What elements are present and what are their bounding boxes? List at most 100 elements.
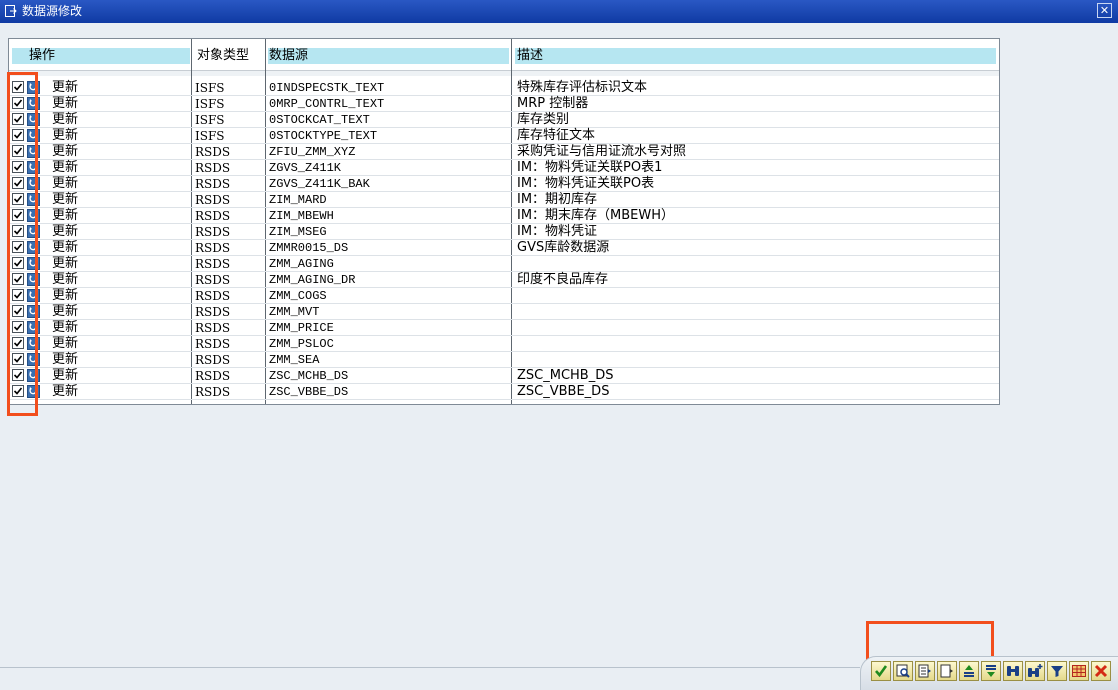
table-row[interactable]: 更新 RSDS ZGVS_Z411K_BAK IM：物料凭证关联PO表 [9, 176, 999, 192]
table-row[interactable]: 更新 RSDS ZIM_MSEG IM：物料凭证 [9, 224, 999, 240]
table-row[interactable]: 更新 RSDS ZSC_MCHB_DS ZSC_MCHB_DS [9, 368, 999, 384]
sort-descending-button[interactable] [981, 661, 1001, 681]
action-label: 更新 [52, 160, 79, 175]
deselect-all-icon [940, 664, 953, 678]
action-label: 更新 [52, 144, 79, 159]
action-label: 更新 [52, 240, 79, 255]
table-row[interactable]: 更新 RSDS ZMM_SEA [9, 352, 999, 368]
table-row[interactable]: 更新 RSDS ZMM_AGING_DR 印度不良品库存 [9, 272, 999, 288]
action-label: 更新 [52, 320, 79, 335]
action-label: 更新 [52, 208, 79, 223]
grid-layout-icon [1072, 665, 1086, 677]
table-row[interactable]: 更新 RSDS ZMM_MVT [9, 304, 999, 320]
table-row[interactable]: 更新 ISFS 0STOCKTYPE_TEXT 库存特征文本 [9, 128, 999, 144]
description: ZSC_VBBE_DS [517, 384, 610, 399]
datasource-name: ZSC_VBBE_DS [269, 385, 349, 399]
cancel-icon [1094, 664, 1108, 678]
table-row[interactable]: 更新 ISFS 0INDSPECSTK_TEXT 特殊库存评估标识文本 [9, 80, 999, 96]
header-description[interactable]: 描述 [515, 48, 996, 64]
table-row[interactable]: 更新 RSDS ZMM_PSLOC [9, 336, 999, 352]
datasource-name: ZMM_COGS [269, 289, 327, 303]
action-label: 更新 [52, 384, 79, 399]
datasource-name: ZFIU_ZMM_XYZ [269, 145, 356, 159]
title-bar: 数据源修改 ✕ [0, 0, 1118, 23]
sort-ascending-button[interactable] [959, 661, 979, 681]
action-label: 更新 [52, 304, 79, 319]
select-all-button[interactable] [915, 661, 935, 681]
datasource-name: ZMM_AGING_DR [269, 273, 356, 287]
description: 印度不良品库存 [517, 272, 609, 287]
object-type: RSDS [195, 289, 231, 303]
window-title: 数据源修改 [22, 4, 83, 18]
description: MRP 控制器 [517, 96, 589, 111]
table-row[interactable]: 更新 RSDS ZMM_AGING [9, 256, 999, 272]
datasource-name: ZMM_PSLOC [269, 337, 334, 351]
object-type: RSDS [195, 145, 231, 159]
object-type: RSDS [195, 273, 231, 287]
find-next-button[interactable] [1025, 661, 1045, 681]
table-row[interactable]: 更新 RSDS ZMM_PRICE [9, 320, 999, 336]
table-row[interactable]: 更新 RSDS ZIM_MBEWH IM：期末库存（MBEWH） [9, 208, 999, 224]
table-row[interactable]: 更新 ISFS 0MRP_CONTRL_TEXT MRP 控制器 [9, 96, 999, 112]
object-type: RSDS [195, 321, 231, 335]
find-button[interactable] [1003, 661, 1023, 681]
action-label: 更新 [52, 288, 79, 303]
datasource-name: 0STOCKTYPE_TEXT [269, 129, 378, 143]
datasource-name: 0INDSPECSTK_TEXT [269, 81, 385, 95]
cancel-button[interactable] [1091, 661, 1111, 681]
close-icon[interactable]: ✕ [1097, 3, 1112, 18]
datasource-name: ZMM_MVT [269, 305, 320, 319]
highlight-checkbox-column [7, 72, 38, 416]
datasource-name: ZGVS_Z411K_BAK [269, 177, 370, 191]
datasource-name: ZGVS_Z411K [269, 161, 342, 175]
action-label: 更新 [52, 112, 79, 127]
action-label: 更新 [52, 176, 79, 191]
filter-button[interactable] [1047, 661, 1067, 681]
object-type: RSDS [195, 337, 231, 351]
description: 采购凭证与信用证流水号对照 [517, 144, 687, 159]
description: IM：物料凭证关联PO表1 [517, 160, 663, 175]
table-row[interactable]: 更新 RSDS ZMMR0015_DS GVS库龄数据源 [9, 240, 999, 256]
action-label: 更新 [52, 368, 79, 383]
table-row[interactable]: 更新 RSDS ZIM_MARD IM：期初库存 [9, 192, 999, 208]
object-type: RSDS [195, 161, 231, 175]
datasource-table: 操作 对象类型 数据源 描述 更新 ISFS 0INDSPECSTK_TEXT 特殊库… [8, 38, 1000, 405]
layout-button[interactable] [1069, 661, 1089, 681]
table-row[interactable]: 更新 ISFS 0STOCKCAT_TEXT 库存类别 [9, 112, 999, 128]
table-row[interactable]: 更新 RSDS ZGVS_Z411K IM：物料凭证关联PO表1 [9, 160, 999, 176]
object-type: RSDS [195, 305, 231, 319]
object-type: RSDS [195, 193, 231, 207]
confirm-button[interactable] [871, 661, 891, 681]
action-label: 更新 [52, 128, 79, 143]
details-button[interactable] [893, 661, 913, 681]
action-label: 更新 [52, 80, 79, 95]
datasource-name: 0MRP_CONTRL_TEXT [269, 97, 385, 111]
datasource-name: ZIM_MSEG [269, 225, 327, 239]
object-type: RSDS [195, 353, 231, 367]
datasource-name: 0STOCKCAT_TEXT [269, 113, 370, 127]
object-type: ISFS [195, 113, 225, 127]
description: IM：期初库存 [517, 192, 598, 207]
description: ZSC_MCHB_DS [517, 368, 614, 383]
table-row[interactable]: 更新 RSDS ZFIU_ZMM_XYZ 采购凭证与信用证流水号对照 [9, 144, 999, 160]
table-row[interactable]: 更新 RSDS ZSC_VBBE_DS ZSC_VBBE_DS [9, 384, 999, 400]
deselect-all-button[interactable] [937, 661, 957, 681]
header-datasource[interactable]: 数据源 [268, 48, 509, 64]
footer-divider [0, 667, 860, 668]
sort-descending-icon [986, 665, 996, 677]
object-type: RSDS [195, 225, 231, 239]
action-label: 更新 [52, 192, 79, 207]
table-row[interactable]: 更新 RSDS ZMM_COGS [9, 288, 999, 304]
object-type: RSDS [195, 369, 231, 383]
checkmark-icon [875, 665, 888, 678]
description: GVS库龄数据源 [517, 240, 610, 255]
object-type: ISFS [195, 129, 225, 143]
action-label: 更新 [52, 336, 79, 351]
action-label: 更新 [52, 256, 79, 271]
header-action[interactable]: 操作 [12, 48, 190, 64]
object-type: ISFS [195, 81, 225, 95]
header-object-type[interactable]: 对象类型 [194, 48, 264, 64]
magnifier-icon [896, 664, 910, 678]
description: 库存特征文本 [517, 128, 596, 143]
action-label: 更新 [52, 96, 79, 111]
